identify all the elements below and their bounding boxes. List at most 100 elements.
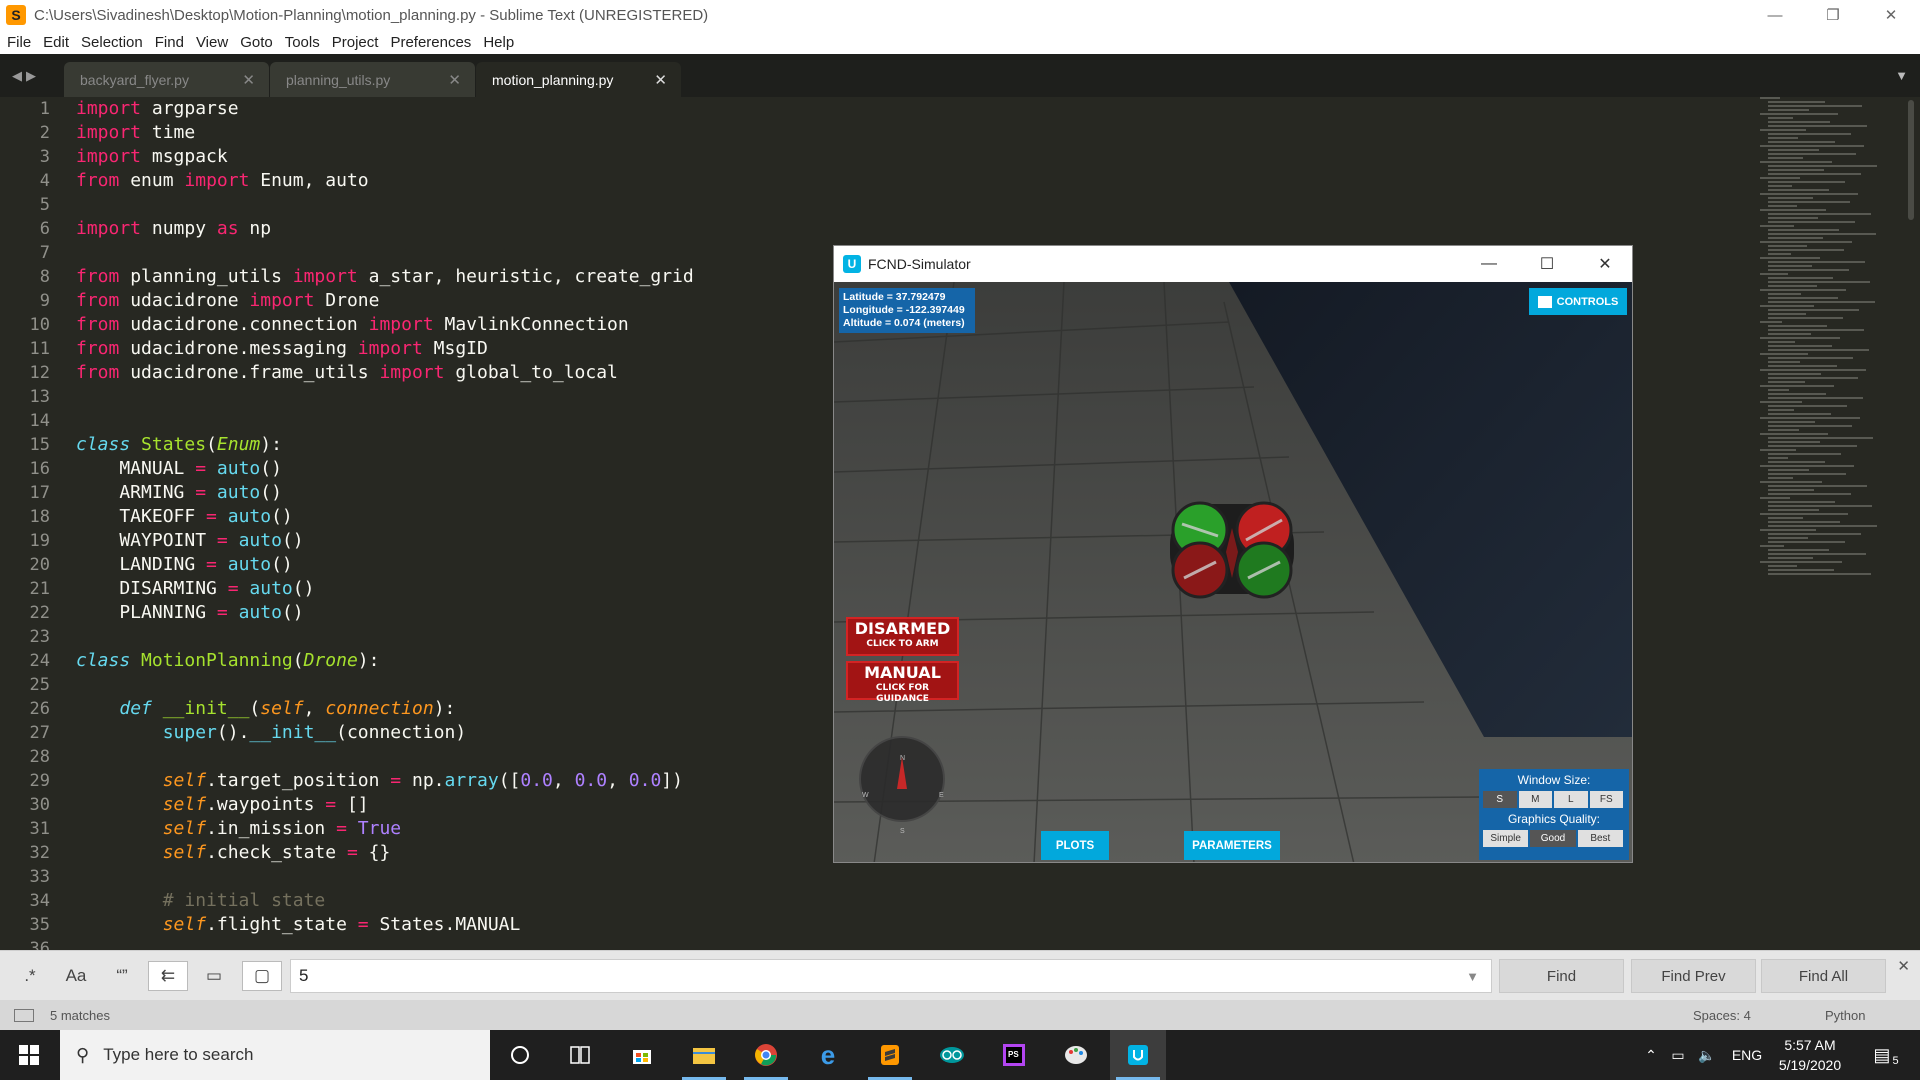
cortana-icon[interactable] bbox=[492, 1030, 548, 1080]
phpstorm-icon[interactable]: PS bbox=[986, 1030, 1042, 1080]
size-s-button[interactable]: S bbox=[1483, 791, 1517, 808]
sim-minimize-button[interactable]: — bbox=[1460, 246, 1518, 282]
menu-selection[interactable]: Selection bbox=[81, 34, 143, 51]
battery-icon[interactable]: ▭ bbox=[1664, 1047, 1692, 1064]
code-line: self.in_mission = True bbox=[162, 818, 402, 839]
menu-preferences[interactable]: Preferences bbox=[390, 34, 471, 51]
udacity-sim-icon[interactable] bbox=[1110, 1030, 1166, 1080]
find-button[interactable]: Find bbox=[1499, 959, 1624, 993]
guidance-button[interactable]: MANUAL CLICK FOR GUIDANCE bbox=[846, 661, 959, 704]
taskbar-search[interactable]: ⚲ Type here to search bbox=[60, 1030, 490, 1080]
file-explorer-icon[interactable] bbox=[676, 1030, 732, 1080]
find-panel-close-icon[interactable]: ✕ bbox=[1897, 957, 1910, 975]
clock[interactable]: 5:57 AM 5/19/2020 bbox=[1770, 1030, 1850, 1080]
notifications-button[interactable]: ▤ 5 bbox=[1866, 1030, 1906, 1080]
arduino-icon[interactable] bbox=[924, 1030, 980, 1080]
line-number: 6 bbox=[39, 219, 50, 239]
tab-close-icon[interactable]: ✕ bbox=[242, 71, 255, 89]
panel-toggle-icon[interactable] bbox=[14, 1008, 34, 1022]
edge-icon[interactable]: e bbox=[800, 1030, 856, 1080]
tab-nav-arrows-icon[interactable]: ◀▶ bbox=[12, 68, 40, 84]
menu-tools[interactable]: Tools bbox=[285, 34, 320, 51]
language-indicator[interactable]: ENG bbox=[1722, 1047, 1772, 1063]
tab-close-icon[interactable]: ✕ bbox=[654, 71, 667, 89]
line-number: 8 bbox=[39, 267, 50, 287]
paint-icon[interactable] bbox=[1048, 1030, 1104, 1080]
arm-button[interactable]: DISARMED CLICK TO ARM bbox=[846, 617, 959, 656]
line-number: 36 bbox=[29, 939, 50, 950]
tab-label: motion_planning.py bbox=[492, 71, 614, 88]
menu-goto[interactable]: Goto bbox=[240, 34, 273, 51]
tray-overflow-icon[interactable]: ⌃ bbox=[1638, 1047, 1664, 1064]
find-input[interactable]: 5 ▼ bbox=[290, 959, 1492, 993]
editor-scrollbar[interactable] bbox=[1908, 100, 1914, 220]
find-all-button[interactable]: Find All bbox=[1761, 959, 1886, 993]
line-number: 28 bbox=[29, 747, 50, 767]
parameters-button[interactable]: PARAMETERS bbox=[1184, 831, 1280, 860]
store-icon[interactable] bbox=[614, 1030, 670, 1080]
sublime-icon[interactable] bbox=[862, 1030, 918, 1080]
search-placeholder: Type here to search bbox=[103, 1045, 254, 1064]
quality-best-button[interactable]: Best bbox=[1577, 830, 1623, 847]
tab-motion-planning[interactable]: motion_planning.py ✕ bbox=[476, 62, 681, 97]
minimize-button[interactable]: — bbox=[1746, 0, 1804, 30]
size-fs-button[interactable]: FS bbox=[1589, 791, 1623, 808]
in-selection-toggle-icon[interactable]: ▭ bbox=[194, 961, 234, 991]
highlight-matches-toggle-icon[interactable]: ▢ bbox=[242, 961, 282, 991]
code-line: from planning_utils import a_star, heuri… bbox=[76, 266, 694, 287]
close-button[interactable]: ✕ bbox=[1862, 0, 1920, 30]
menu-project[interactable]: Project bbox=[332, 34, 379, 51]
line-number: 11 bbox=[29, 339, 50, 359]
line-number: 5 bbox=[39, 195, 50, 215]
code-line: PLANNING = auto() bbox=[76, 602, 304, 623]
line-number: 14 bbox=[29, 411, 50, 431]
volume-icon[interactable]: 🔈 bbox=[1692, 1047, 1722, 1064]
maximize-button[interactable]: ❐ bbox=[1804, 0, 1862, 30]
notification-count: 5 bbox=[1892, 1055, 1899, 1067]
find-history-dropdown-icon[interactable]: ▼ bbox=[1466, 969, 1479, 984]
sim-maximize-button[interactable]: ☐ bbox=[1518, 246, 1576, 282]
wrap-toggle-icon[interactable]: ⇇ bbox=[148, 961, 188, 991]
svg-text:PS: PS bbox=[1008, 1050, 1019, 1059]
menu-edit[interactable]: Edit bbox=[43, 34, 69, 51]
code-line: MANUAL = auto() bbox=[76, 458, 282, 479]
window-title: C:\Users\Sivadinesh\Desktop\Motion-Plann… bbox=[34, 6, 709, 24]
minimap[interactable] bbox=[1760, 97, 1910, 677]
menu-find[interactable]: Find bbox=[155, 34, 184, 51]
quality-simple-button[interactable]: Simple bbox=[1483, 830, 1529, 847]
menu-view[interactable]: View bbox=[196, 34, 228, 51]
line-number: 19 bbox=[29, 531, 50, 551]
sublime-app-icon: S bbox=[6, 5, 26, 25]
tab-close-icon[interactable]: ✕ bbox=[448, 71, 461, 89]
position-readout: Latitude = 37.792479 Longitude = -122.39… bbox=[839, 288, 975, 333]
size-l-button[interactable]: L bbox=[1554, 791, 1588, 808]
sim-close-button[interactable]: ✕ bbox=[1576, 246, 1632, 282]
plots-button[interactable]: PLOTS bbox=[1041, 831, 1109, 860]
tab-backyard-flyer[interactable]: backyard_flyer.py ✕ bbox=[64, 62, 269, 97]
start-button[interactable] bbox=[0, 1030, 58, 1080]
menu-help[interactable]: Help bbox=[483, 34, 514, 51]
find-prev-button[interactable]: Find Prev bbox=[1631, 959, 1756, 993]
indentation-status[interactable]: Spaces: 4 bbox=[1693, 1008, 1751, 1023]
controls-icon bbox=[1537, 295, 1552, 308]
code-line: class States(Enum): bbox=[76, 434, 282, 455]
controls-button[interactable]: CONTROLS bbox=[1529, 288, 1627, 315]
code-area[interactable]: import argparse import time import msgpa… bbox=[76, 97, 694, 950]
whole-word-toggle[interactable]: “” bbox=[102, 961, 142, 991]
regex-toggle[interactable]: .* bbox=[10, 961, 50, 991]
tab-planning-utils[interactable]: planning_utils.py ✕ bbox=[270, 62, 475, 97]
quality-good-button[interactable]: Good bbox=[1530, 830, 1576, 847]
size-m-button[interactable]: M bbox=[1518, 791, 1552, 808]
system-tray: ⌃ ▭ 🔈 ENG bbox=[1638, 1030, 1772, 1080]
chrome-icon[interactable] bbox=[738, 1030, 794, 1080]
syntax-status[interactable]: Python bbox=[1825, 1008, 1865, 1023]
udacity-app-icon: U bbox=[843, 255, 861, 273]
task-view-icon[interactable] bbox=[552, 1030, 608, 1080]
line-number: 23 bbox=[29, 627, 50, 647]
case-sensitive-toggle[interactable]: Aa bbox=[56, 961, 96, 991]
tab-dropdown-icon[interactable]: ▼ bbox=[1895, 68, 1908, 83]
menu-file[interactable]: File bbox=[7, 34, 31, 51]
